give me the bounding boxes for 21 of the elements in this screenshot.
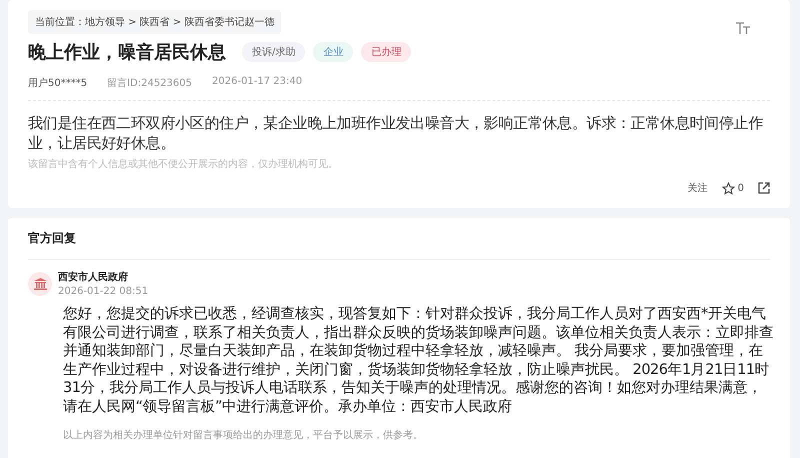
- reply-footnote: 以上内容为相关办理单位针对留言事项给出的办理意见，平台予以展示，供参考。: [63, 428, 424, 442]
- like-count: 0: [738, 182, 744, 194]
- star-icon[interactable]: [722, 182, 735, 194]
- tag: 已办理: [361, 42, 412, 62]
- privacy-note: 该留言中含有个人信息或其他不便公开展示的内容，仅办理机构可见。: [28, 158, 339, 171]
- share-icon[interactable]: [758, 182, 770, 194]
- complaint-text: 我们是住在西二环双府小区的住户，某企业晚上加班作业发出噪音大，影响正常休息。诉求：正常休息时间停止作业，让居民好好休息。: [28, 113, 764, 153]
- tag: 投诉/求助: [242, 42, 306, 62]
- tag: 企业: [313, 42, 354, 62]
- user-name: 用户50****5: [28, 76, 88, 90]
- post-time: 2026-01-17 23:40: [212, 76, 302, 89]
- reply-heading: 官方回复: [28, 230, 770, 260]
- follow-button[interactable]: 关注: [688, 181, 708, 195]
- complaint-title: 晚上作业，噪音居民休息: [28, 41, 226, 64]
- font-size-icon[interactable]: [736, 22, 750, 34]
- message-id: 留言ID:24523605: [107, 76, 192, 90]
- government-building-icon: [28, 272, 52, 296]
- reply-text: 您好，您提交的诉求已收悉，经调查核实，现答复如下：针对群众投诉，我分局工作人员对了西安西*开关电气有限公司进行调查，联系了相关负责人，指出群众反映的货场装卸噪声问题。该单位相关负责人表示：立即排查并通知装卸部门，尽量白天装卸产品，在装卸货物过程中轻拿轻放，减轻噪声。 我分局要求，要加强管理，在生产作业过程中，对设备进行维护，关闭门窗，货场装卸货物轻拿轻放，防止噪声扰民。 2026年1月21日11时31分，我分局工作人员与投诉人电话联系，告知关于噪声的处理情况。感谢您的咨询！如您对办理结果满意，请在人民网“领导留言板”中进行满意评价。承办单位：西安市人民政府: [63, 305, 774, 416]
- reply-time: 2026-01-22 08:51: [58, 286, 148, 297]
- breadcrumb: 当前位置：地方领导 > 陕西省 > 陕西省委书记赵一德: [28, 10, 282, 34]
- organization-name: 西安市人民政府: [58, 270, 129, 284]
